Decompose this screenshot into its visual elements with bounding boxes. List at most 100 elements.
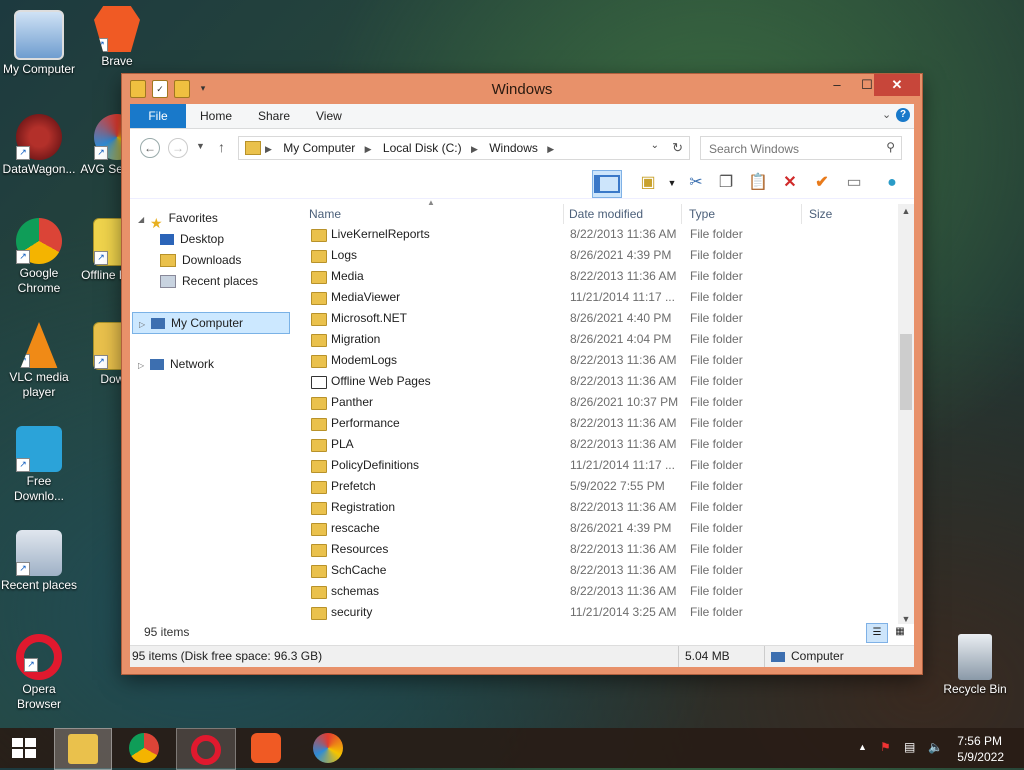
chevron-right-icon[interactable]: ▶ [365, 144, 372, 154]
nav-item-desktop[interactable]: Desktop [160, 229, 224, 249]
tab-file[interactable]: File [130, 104, 186, 128]
file-name: Performance [331, 416, 400, 430]
breadcrumb-windows[interactable]: Windows [489, 141, 538, 155]
address-bar[interactable]: ▶ My Computer ▶ Local Disk (C:) ▶ Window… [238, 136, 690, 160]
file-date-modified: 8/26/2021 4:04 PM [570, 332, 672, 346]
check-icon[interactable]: ✔ [808, 170, 836, 196]
desktop-icon-my-computer[interactable]: My Computer [0, 10, 78, 77]
details-view-button[interactable]: ☰ [866, 623, 888, 643]
desktop-icon-google-chrome[interactable]: ↗ Google Chrome [0, 218, 78, 296]
tab-view[interactable]: View [302, 104, 356, 128]
globe-icon[interactable]: ● [878, 170, 906, 196]
taskbar-brave[interactable] [236, 728, 296, 768]
action-center-flag-icon[interactable]: ⚑ [880, 740, 891, 754]
desktop-icon-label: DataWagon... [2, 162, 76, 176]
avg-browser-icon [313, 733, 343, 763]
back-button[interactable]: ← [140, 138, 160, 158]
vertical-scrollbar[interactable]: ▲ ▼ [898, 204, 914, 624]
recent-locations-icon[interactable]: ▼ [196, 141, 205, 151]
title-bar[interactable]: ✓ ▾ Windows – ☐ ✕ [122, 74, 922, 104]
desktop-icon-recent-places[interactable]: ↗ Recent places [0, 530, 78, 593]
search-icon[interactable]: ⚲ [886, 140, 895, 154]
desktop-icon-datawagon[interactable]: ↗ DataWagon... [0, 114, 78, 177]
forward-button[interactable]: → [168, 138, 188, 158]
table-row[interactable]: ModemLogs 8/22/2013 11:36 AM File folder [305, 350, 895, 371]
table-row[interactable]: Resources 8/22/2013 11:36 AM File folder [305, 539, 895, 560]
table-row[interactable]: Media 8/22/2013 11:36 AM File folder [305, 266, 895, 287]
search-box[interactable]: ⚲ [700, 136, 902, 160]
file-name: security [331, 605, 373, 619]
expand-icon[interactable]: ▷ [138, 356, 148, 376]
table-row[interactable]: Performance 8/22/2013 11:36 AM File folder [305, 413, 895, 434]
desktop-icon-free-download[interactable]: ↗ Free Downlo... [0, 426, 78, 504]
column-header-size[interactable]: Size [805, 204, 885, 224]
column-header-date[interactable]: Date modified [565, 204, 682, 224]
search-input[interactable] [707, 139, 879, 159]
expand-icon[interactable]: ▷ [139, 315, 149, 335]
tab-home[interactable]: Home [186, 104, 246, 128]
clock-date[interactable]: 5/9/2022 [957, 750, 1004, 764]
table-row[interactable]: Panther 8/26/2021 10:37 PM File folder [305, 392, 895, 413]
desktop-icon-recycle-bin[interactable]: Recycle Bin [936, 634, 1014, 697]
help-icon[interactable]: ? [896, 108, 910, 122]
table-row[interactable]: schemas 8/22/2013 11:36 AM File folder [305, 581, 895, 602]
chevron-right-icon[interactable]: ▶ [471, 144, 478, 154]
breadcrumb-local-disk[interactable]: Local Disk (C:) [383, 141, 462, 155]
column-header-type[interactable]: Type [685, 204, 802, 224]
table-row[interactable]: Prefetch 5/9/2022 7:55 PM File folder [305, 476, 895, 497]
rename-icon[interactable]: ▭ [840, 170, 868, 196]
preview-pane-button[interactable] [592, 170, 622, 198]
expand-ribbon-icon[interactable]: ⌄ [882, 108, 891, 121]
table-row[interactable]: rescache 8/26/2021 4:39 PM File folder [305, 518, 895, 539]
scrollbar-thumb[interactable] [900, 334, 912, 410]
cut-icon[interactable]: ✂ [682, 170, 710, 196]
table-row[interactable]: security 11/21/2014 3:25 AM File folder [305, 602, 895, 623]
start-button[interactable] [0, 728, 48, 768]
refresh-icon[interactable]: ↻ [672, 140, 683, 156]
table-row[interactable]: MediaViewer 11/21/2014 11:17 ... File fold… [305, 287, 895, 308]
desktop-icon-opera[interactable]: ↗ Opera Browser [0, 634, 78, 712]
table-row[interactable]: Migration 8/26/2021 4:04 PM File folder [305, 329, 895, 350]
collapse-icon[interactable]: ◢ [138, 210, 148, 230]
chevron-right-icon[interactable]: ▶ [547, 144, 554, 154]
nav-item-network[interactable]: ▷ Network [138, 354, 214, 374]
taskbar-file-explorer[interactable] [54, 728, 112, 770]
minimize-button[interactable]: – [822, 74, 852, 96]
taskbar-opera[interactable] [176, 728, 236, 770]
table-row[interactable]: PLA 8/22/2013 11:36 AM File folder [305, 434, 895, 455]
table-row[interactable]: PolicyDefinitions 11/21/2014 11:17 ... Fil… [305, 455, 895, 476]
address-dropdown-icon[interactable]: ⌄ [651, 140, 659, 151]
tab-share[interactable]: Share [244, 104, 304, 128]
taskbar-chrome[interactable] [114, 728, 174, 768]
nav-favorites[interactable]: ◢ ★ Favorites [138, 208, 218, 231]
taskbar-avg-browser[interactable] [298, 728, 358, 768]
table-row[interactable]: LiveKernelReports 8/22/2013 11:36 AM File … [305, 224, 895, 245]
column-header-name[interactable]: Name [305, 204, 564, 224]
breadcrumb-my-computer[interactable]: My Computer [283, 141, 355, 155]
desktop-icon-brave[interactable]: ↗ Brave [78, 6, 156, 69]
up-button[interactable]: ↑ [218, 139, 225, 155]
nav-item-label: My Computer [171, 316, 244, 330]
table-row[interactable]: Microsoft.NET 8/26/2021 4:40 PM File folde… [305, 308, 895, 329]
desktop-icon-vlc[interactable]: ↗ VLC media player [0, 322, 78, 400]
copy-icon[interactable]: ❐ [712, 170, 740, 196]
volume-muted-icon[interactable]: 🔈 [928, 740, 943, 754]
delete-icon[interactable]: ✕ [776, 170, 804, 196]
table-row[interactable]: Registration 8/22/2013 11:36 AM File folde… [305, 497, 895, 518]
nav-item-downloads[interactable]: Downloads [160, 250, 241, 270]
nav-item-recent-places[interactable]: Recent places [160, 271, 258, 291]
show-hidden-icons-icon[interactable]: ▲ [858, 742, 867, 752]
file-date-modified: 8/22/2013 11:36 AM [570, 416, 677, 430]
close-button[interactable]: ✕ [874, 74, 920, 96]
chevron-right-icon[interactable]: ▶ [265, 144, 272, 154]
table-row[interactable]: Offline Web Pages 8/22/2013 11:36 AM File … [305, 371, 895, 392]
nav-item-my-computer[interactable]: ▷ My Computer [132, 312, 290, 334]
network-tray-icon[interactable]: ▤ [904, 740, 915, 754]
table-row[interactable]: SchCache 8/22/2013 11:36 AM File folder [305, 560, 895, 581]
clock-time[interactable]: 7:56 PM [957, 734, 1002, 748]
folder-icon [311, 397, 327, 410]
table-row[interactable]: Logs 8/26/2021 4:39 PM File folder [305, 245, 895, 266]
large-icons-view-button[interactable]: ▦ [890, 623, 910, 641]
scroll-up-icon[interactable]: ▲ [898, 206, 914, 216]
paste-icon[interactable]: 📋 [744, 170, 772, 196]
